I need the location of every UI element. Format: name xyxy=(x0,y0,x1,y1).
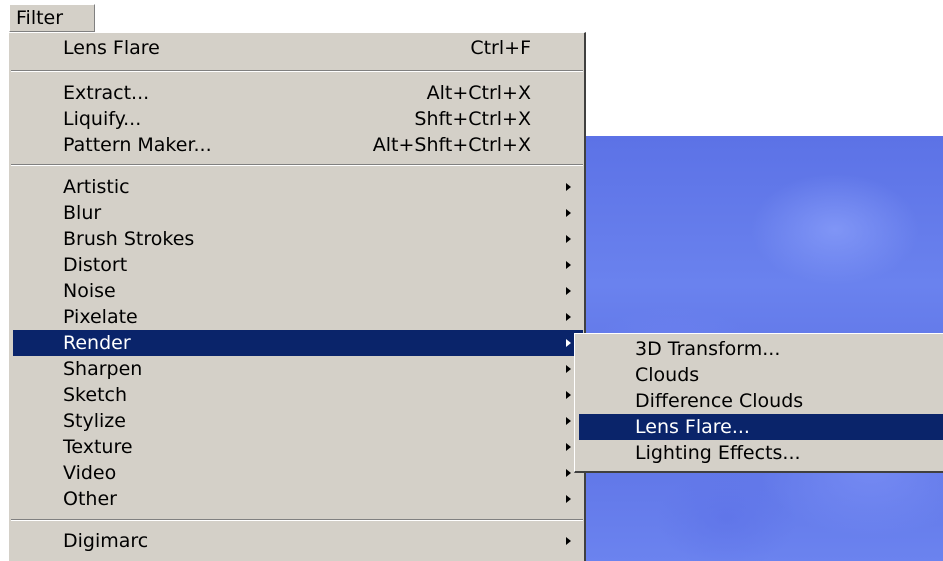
menu-item-texture[interactable]: Texture xyxy=(13,434,583,460)
menu-item-label: Sharpen xyxy=(63,358,143,380)
menu-item-shortcut: Alt+Shft+Ctrl+X xyxy=(372,134,531,156)
menu-item-last-filter[interactable]: Lens Flare Ctrl+F xyxy=(13,35,583,61)
menu-item-artistic[interactable]: Artistic xyxy=(13,174,583,200)
menu-separator xyxy=(11,164,583,166)
submenu-item-3d-transform[interactable]: 3D Transform... xyxy=(579,336,943,362)
menu-item-digimarc[interactable]: Digimarc xyxy=(13,528,583,554)
menu-item-label: Video xyxy=(63,462,117,484)
menu-item-label: Distort xyxy=(63,254,128,276)
render-submenu: 3D Transform... Clouds Difference Clouds… xyxy=(574,333,943,473)
chevron-right-icon xyxy=(566,209,571,217)
menu-item-label: Render xyxy=(63,332,131,354)
chevron-right-icon xyxy=(566,391,571,399)
submenu-item-label: Clouds xyxy=(635,364,700,386)
menu-item-label: Liquify... xyxy=(63,108,142,130)
chevron-right-icon xyxy=(566,235,571,243)
filter-menu: Lens Flare Ctrl+F Extract... Alt+Ctrl+X … xyxy=(8,32,586,561)
menu-separator xyxy=(11,70,583,72)
submenu-item-label: 3D Transform... xyxy=(635,338,781,360)
menu-item-label: Blur xyxy=(63,202,102,224)
chevron-right-icon xyxy=(566,443,571,451)
menu-item-label: Extract... xyxy=(63,82,150,104)
menu-item-liquify[interactable]: Liquify... Shft+Ctrl+X xyxy=(13,106,583,132)
menu-filter[interactable]: Filter xyxy=(9,4,95,32)
menu-item-label: Artistic xyxy=(63,176,130,198)
chevron-right-icon xyxy=(566,313,571,321)
menu-item-label: Stylize xyxy=(63,410,126,432)
chevron-right-icon xyxy=(566,365,571,373)
chevron-right-icon xyxy=(566,287,571,295)
chevron-right-icon xyxy=(566,469,571,477)
submenu-item-lens-flare[interactable]: Lens Flare... xyxy=(579,414,943,440)
submenu-item-label: Lens Flare... xyxy=(635,416,750,438)
submenu-item-label: Lighting Effects... xyxy=(635,442,801,464)
chevron-right-icon xyxy=(566,537,571,545)
menu-item-noise[interactable]: Noise xyxy=(13,278,583,304)
menu-item-label: Texture xyxy=(63,436,133,458)
menu-item-shortcut: Ctrl+F xyxy=(470,37,531,59)
menu-filter-label: Filter xyxy=(16,7,64,29)
menu-item-label: Pixelate xyxy=(63,306,138,328)
menu-separator xyxy=(11,519,583,521)
menu-item-stylize[interactable]: Stylize xyxy=(13,408,583,434)
submenu-item-difference-clouds[interactable]: Difference Clouds xyxy=(579,388,943,414)
chevron-right-icon xyxy=(566,183,571,191)
menu-item-label: Brush Strokes xyxy=(63,228,195,250)
menu-item-label: Digimarc xyxy=(63,530,149,552)
menu-item-blur[interactable]: Blur xyxy=(13,200,583,226)
menu-item-extract[interactable]: Extract... Alt+Ctrl+X xyxy=(13,80,583,106)
menu-item-shortcut: Alt+Ctrl+X xyxy=(426,82,531,104)
menu-item-distort[interactable]: Distort xyxy=(13,252,583,278)
menu-item-pattern-maker[interactable]: Pattern Maker... Alt+Shft+Ctrl+X xyxy=(13,132,583,158)
submenu-item-lighting-effects[interactable]: Lighting Effects... xyxy=(579,440,943,466)
menu-item-label: Pattern Maker... xyxy=(63,134,212,156)
menu-item-label: Noise xyxy=(63,280,116,302)
submenu-item-clouds[interactable]: Clouds xyxy=(579,362,943,388)
menu-item-other[interactable]: Other xyxy=(13,486,583,512)
menu-item-shortcut: Shft+Ctrl+X xyxy=(414,108,531,130)
chevron-right-icon xyxy=(566,339,571,347)
menu-item-video[interactable]: Video xyxy=(13,460,583,486)
menu-item-sharpen[interactable]: Sharpen xyxy=(13,356,583,382)
menu-item-brush-strokes[interactable]: Brush Strokes xyxy=(13,226,583,252)
menu-item-pixelate[interactable]: Pixelate xyxy=(13,304,583,330)
menu-item-label: Other xyxy=(63,488,117,510)
chevron-right-icon xyxy=(566,495,571,503)
chevron-right-icon xyxy=(566,261,571,269)
menu-item-label: Sketch xyxy=(63,384,128,406)
chevron-right-icon xyxy=(566,417,571,425)
menu-item-render[interactable]: Render xyxy=(13,330,583,356)
menu-item-sketch[interactable]: Sketch xyxy=(13,382,583,408)
submenu-item-label: Difference Clouds xyxy=(635,390,804,412)
menu-item-label: Lens Flare xyxy=(63,37,160,59)
